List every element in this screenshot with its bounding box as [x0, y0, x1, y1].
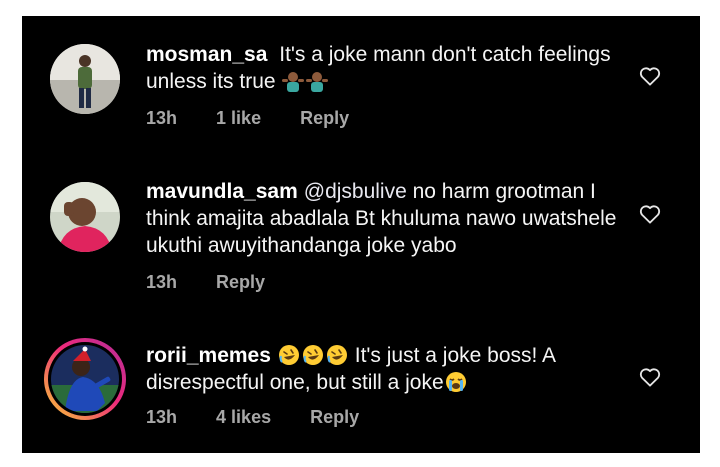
comment-likes[interactable]: 1 like	[216, 108, 261, 128]
comment-time: 13h	[146, 272, 178, 292]
comment-text: mavundla_sam @djsbulive no harm grootman …	[146, 178, 626, 259]
comment-time: 13h	[146, 407, 178, 427]
rolling-laughing-emoji	[278, 345, 299, 365]
comment-meta: 13h 1 like Reply	[146, 108, 383, 129]
avatar	[51, 345, 119, 413]
story-ring-avatar[interactable]	[44, 338, 126, 420]
comment-username[interactable]: mavundla_sam	[146, 180, 298, 203]
heart-outline-icon[interactable]	[639, 367, 661, 387]
reply-button[interactable]: Reply	[300, 108, 349, 128]
comment-time: 13h	[146, 108, 178, 128]
comment-meta: 13h 4 likes Reply	[146, 407, 393, 428]
comment-text: mosman_sa It's a joke mann don't catch f…	[146, 41, 626, 95]
comment-likes[interactable]: 4 likes	[216, 407, 271, 427]
avatar[interactable]	[50, 182, 120, 252]
comments-screen: mosman_sa It's a joke mann don't catch f…	[22, 16, 700, 453]
reply-button[interactable]: Reply	[310, 407, 359, 427]
rolling-laughing-emoji	[302, 345, 323, 365]
comment-username[interactable]: rorii_memes	[146, 344, 271, 367]
comment-username[interactable]: mosman_sa	[146, 43, 267, 66]
heart-outline-icon[interactable]	[639, 66, 661, 86]
mention-link[interactable]: @djsbulive	[304, 180, 407, 203]
person-shrugging-emoji	[282, 72, 305, 92]
heart-outline-icon[interactable]	[639, 204, 661, 224]
rolling-laughing-emoji	[326, 345, 347, 365]
comment-meta: 13h Reply	[146, 272, 299, 293]
comment-text: rorii_memes It's just a joke boss! A dis…	[146, 342, 626, 396]
loudly-crying-emoji	[445, 372, 466, 392]
person-shrugging-emoji	[306, 72, 329, 92]
avatar[interactable]	[50, 44, 120, 114]
reply-button[interactable]: Reply	[216, 272, 265, 292]
